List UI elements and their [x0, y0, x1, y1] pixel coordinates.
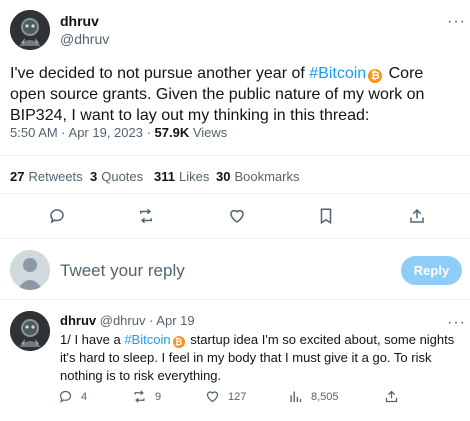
tweet-text: I've decided to not pursue another year … — [10, 63, 462, 126]
reply-button[interactable] — [46, 205, 68, 227]
quotes-count: 3 — [90, 169, 98, 184]
likes-count: 311 — [154, 169, 175, 184]
quotes-label: Quotes — [101, 169, 144, 184]
bitcoin-hashtag-link[interactable]: #Bitcoin — [124, 332, 170, 347]
thread-tweet-text: 1/ I have a #Bitcoin ₿ startup idea I'm s… — [60, 331, 462, 385]
thread-views-button[interactable]: 8,505 — [288, 389, 339, 404]
thread-author-name[interactable]: dhruv — [60, 313, 96, 328]
like-button[interactable] — [226, 205, 248, 227]
bitcoin-emoji-icon: ₿ — [172, 336, 185, 348]
tweet-text-before: I've decided to not pursue another year … — [10, 65, 310, 82]
retweets-stat[interactable]: 27 Retweets — [10, 169, 83, 184]
author-handle[interactable]: @dhruv — [60, 31, 109, 47]
divider — [0, 193, 470, 194]
heart-icon — [206, 391, 219, 403]
reply-input[interactable]: Tweet your reply — [60, 261, 185, 281]
likes-stat[interactable]: 311 Likes — [154, 169, 209, 184]
thread-like-count: 127 — [228, 390, 247, 403]
bookmarks-count: 30 — [216, 169, 231, 184]
thread-like-button[interactable]: 127 — [205, 389, 246, 404]
heart-icon — [230, 209, 244, 223]
reply-submit-button[interactable]: Reply — [401, 256, 462, 285]
retweets-count: 27 — [10, 169, 25, 184]
thread-share-button[interactable] — [384, 389, 399, 404]
thread-reply-button[interactable]: 4 — [58, 389, 87, 404]
bitcoin-hashtag-link[interactable]: #Bitcoin — [309, 65, 366, 82]
thread-retweet-count: 9 — [155, 390, 162, 403]
likes-label: Likes — [178, 169, 210, 184]
bookmarks-stat[interactable]: 30 Bookmarks — [216, 169, 300, 184]
thread-text-before: 1/ I have a — [60, 332, 125, 347]
thread-reply-count: 4 — [81, 390, 88, 403]
current-user-avatar[interactable] — [10, 250, 50, 290]
tweet-timestamp[interactable]: 5:50 AM · Apr 19, 2023 · 57.9K Views — [10, 125, 227, 140]
tweet-time[interactable]: 5:50 AM · Apr 19, 2023 · — [10, 125, 155, 140]
views-label: Views — [189, 125, 228, 140]
analytics-icon — [290, 391, 302, 403]
reply-icon — [59, 390, 72, 403]
avatar-image — [10, 311, 50, 351]
quotes-stat[interactable]: 3 Quotes — [90, 169, 143, 184]
share-button[interactable] — [406, 205, 428, 227]
retweet-button[interactable] — [135, 205, 157, 227]
reply-icon — [50, 209, 64, 224]
retweets-label: Retweets — [28, 169, 83, 184]
default-avatar-icon — [10, 250, 50, 290]
bookmark-icon — [320, 208, 332, 225]
author-name[interactable]: dhruv — [60, 13, 99, 29]
bitcoin-emoji-icon: ₿ — [368, 69, 383, 83]
divider — [0, 238, 470, 239]
views-count: 57.9K — [154, 125, 190, 140]
thread-more-options-icon[interactable]: ··· — [447, 315, 466, 331]
divider — [0, 155, 470, 156]
thread-author-avatar[interactable] — [10, 311, 50, 351]
retweet-icon — [134, 390, 145, 403]
divider — [0, 299, 470, 300]
bookmark-button[interactable] — [315, 205, 337, 227]
retweet-icon — [140, 208, 152, 224]
thread-author-handle[interactable]: @dhruv · Apr 19 — [100, 313, 195, 328]
avatar-image — [10, 10, 50, 50]
bookmarks-label: Bookmarks — [234, 169, 300, 184]
author-avatar[interactable] — [10, 10, 50, 50]
thread-retweet-button[interactable]: 9 — [132, 389, 161, 404]
share-icon — [385, 390, 398, 403]
share-icon — [410, 208, 424, 223]
thread-tweet-header: dhruv @dhruv · Apr 19 — [60, 313, 195, 328]
thread-views-count: 8,505 — [311, 390, 339, 403]
more-options-icon[interactable]: ··· — [447, 14, 466, 30]
